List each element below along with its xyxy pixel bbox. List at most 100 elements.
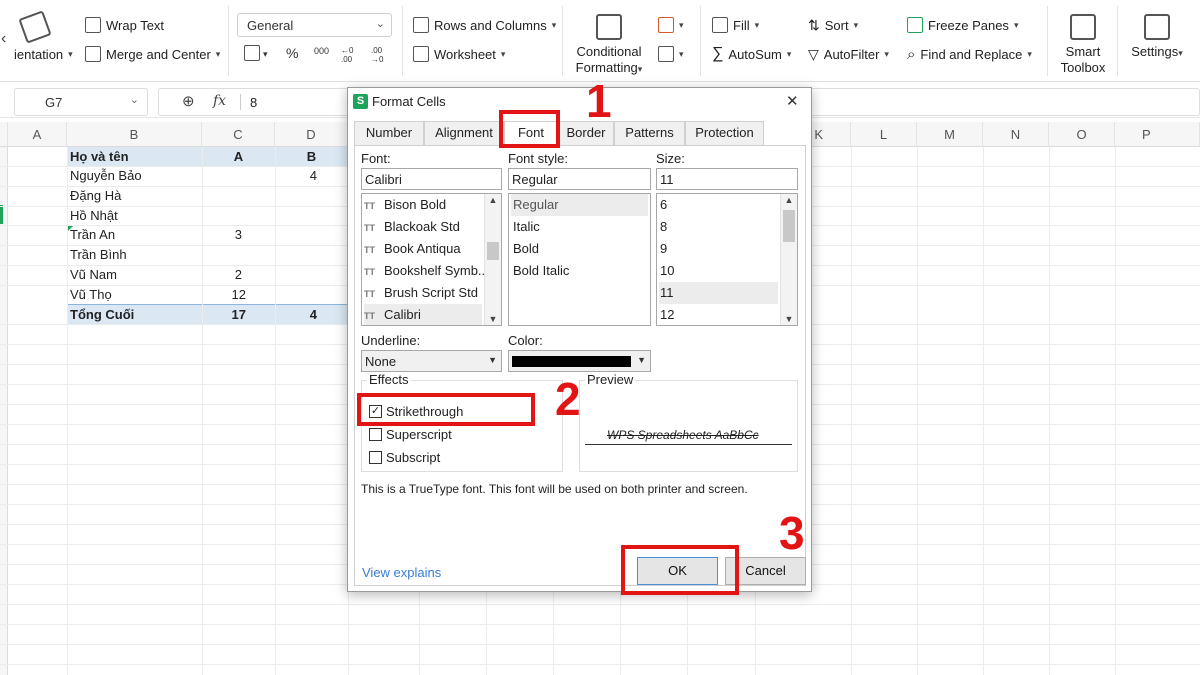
font-style-list[interactable]: Regular Italic Bold Bold Italic — [508, 193, 651, 326]
table-row-b[interactable] — [275, 265, 317, 285]
list-item-selected[interactable]: Regular — [511, 194, 648, 216]
table-row-a[interactable]: 12 — [202, 285, 246, 305]
list-item[interactable]: TT Bison Bold — [364, 194, 446, 216]
borders-button[interactable]: ▾ — [658, 44, 684, 64]
autosum-button[interactable]: ∑ AutoSum ▾ — [712, 44, 791, 64]
column-header-n[interactable]: N — [983, 122, 1049, 147]
find-replace-button[interactable]: ⌕ Find and Replace ▾ — [907, 44, 1032, 64]
list-item[interactable]: 8 — [659, 216, 667, 238]
scroll-down-icon[interactable]: ▼ — [781, 314, 797, 324]
conditional-formatting-button[interactable]: Conditional Formatting▾ — [570, 14, 648, 77]
table-row-a[interactable] — [202, 186, 271, 206]
table-header-a[interactable]: A — [202, 147, 275, 167]
rows-columns-button[interactable]: Rows and Columns ▾ — [413, 15, 556, 35]
autofilter-button[interactable]: ▽ AutoFilter ▾ — [808, 44, 889, 64]
list-item-selected[interactable]: TT Calibri — [364, 304, 482, 325]
column-header-b[interactable]: B — [67, 122, 202, 147]
font-style-input[interactable]: Regular — [508, 168, 651, 190]
table-row-a[interactable]: 2 — [202, 265, 242, 285]
table-row-b[interactable] — [275, 186, 317, 206]
font-list-scrollbar[interactable]: ▲ ▼ — [484, 194, 501, 325]
subscript-label[interactable]: Subscript — [386, 450, 440, 465]
table-row-b[interactable] — [275, 206, 317, 226]
list-item-selected[interactable]: 11 — [659, 282, 778, 304]
settings-button[interactable]: Settings▾ — [1124, 14, 1190, 61]
column-header-c[interactable]: C — [202, 122, 275, 147]
list-item[interactable]: TT Brush Script Std — [364, 282, 478, 304]
size-list[interactable]: 6 8 9 10 11 12 ▲ ▼ — [656, 193, 798, 326]
list-item[interactable]: Italic — [511, 216, 540, 238]
table-row-name[interactable]: Hồ Nhật — [70, 206, 118, 226]
table-row-name[interactable]: Vũ Thọ — [70, 285, 112, 305]
thousands-separator-button[interactable]: 000 — [314, 46, 329, 56]
table-row-name[interactable]: Vũ Nam — [70, 265, 117, 285]
scroll-up-icon[interactable]: ▲ — [485, 195, 501, 205]
table-row-a[interactable] — [202, 166, 271, 186]
superscript-checkbox[interactable] — [369, 428, 382, 441]
number-format-select[interactable]: General ⌄ — [237, 13, 392, 37]
table-row-name[interactable]: Trần Bình — [70, 245, 127, 265]
currency-dropdown-icon[interactable]: ▾ — [263, 49, 268, 60]
scroll-up-icon[interactable]: ▲ — [781, 195, 797, 205]
column-header-o[interactable]: O — [1049, 122, 1115, 147]
table-row-b[interactable] — [275, 225, 317, 245]
size-input[interactable]: 11 — [656, 168, 798, 190]
worksheet-button[interactable]: Worksheet ▾ — [413, 44, 505, 64]
name-box[interactable]: G7 ⌄ — [14, 88, 148, 116]
cell-style-button[interactable]: ▾ — [658, 15, 684, 35]
orientation-button[interactable]: ientation ▾ — [14, 44, 73, 64]
total-row-a[interactable]: 17 — [202, 305, 246, 325]
font-name-input[interactable]: Calibri — [361, 168, 502, 190]
list-item[interactable]: 12 — [659, 304, 674, 325]
column-header-p[interactable]: P — [1115, 122, 1200, 147]
table-row-name[interactable]: Đặng Hà — [70, 186, 121, 206]
table-row-name[interactable]: Nguyễn Bảo — [70, 166, 142, 186]
fx-icon[interactable]: fx — [213, 93, 226, 109]
list-item[interactable]: 6 — [659, 194, 667, 216]
table-row-b[interactable] — [275, 285, 317, 305]
column-header-m[interactable]: M — [917, 122, 983, 147]
percent-button[interactable]: % — [286, 45, 298, 61]
color-select[interactable]: ▼ — [508, 350, 651, 372]
table-row-b[interactable]: 4 — [275, 166, 317, 186]
scroll-thumb[interactable] — [487, 242, 499, 260]
size-list-scrollbar[interactable]: ▲ ▼ — [780, 194, 797, 325]
currency-format-icon[interactable] — [244, 45, 260, 61]
scroll-thumb[interactable] — [783, 210, 795, 242]
merge-center-button[interactable]: Merge and Center ▾ — [85, 44, 220, 64]
dialog-title-bar[interactable]: S Format Cells ✕ — [348, 88, 811, 116]
tab-number[interactable]: Number — [354, 121, 424, 145]
scroll-down-icon[interactable]: ▼ — [485, 314, 501, 324]
tab-protection[interactable]: Protection — [685, 121, 764, 145]
list-item[interactable]: Bold Italic — [511, 260, 569, 282]
tab-patterns[interactable]: Patterns — [614, 121, 685, 145]
column-header-d[interactable]: D — [275, 122, 348, 147]
wrap-text-button[interactable]: Wrap Text — [85, 15, 164, 35]
sort-button[interactable]: ⇅ Sort ▾ — [808, 15, 858, 35]
table-header-name[interactable]: Họ và tên — [70, 147, 129, 167]
list-item[interactable]: TT Book Antiqua — [364, 238, 461, 260]
tab-alignment[interactable]: Alignment — [424, 121, 504, 145]
list-item[interactable]: Bold — [511, 238, 539, 260]
orientation-icon[interactable] — [18, 10, 52, 44]
list-item[interactable]: TT Blackoak Std — [364, 216, 460, 238]
smart-toolbox-button[interactable]: Smart Toolbox — [1054, 14, 1112, 76]
superscript-label[interactable]: Superscript — [386, 427, 452, 442]
total-row-name[interactable]: Tổng Cuối — [70, 305, 134, 325]
total-row-b[interactable]: 4 — [275, 305, 317, 325]
table-row-name[interactable]: Trần An — [70, 225, 115, 245]
table-row-a[interactable]: 3 — [202, 225, 242, 245]
freeze-panes-button[interactable]: Freeze Panes ▾ — [907, 15, 1018, 35]
column-header-l[interactable]: L — [851, 122, 917, 147]
increase-decimal-button[interactable]: ←0 .00 — [341, 46, 359, 64]
table-header-b[interactable]: B — [275, 147, 348, 167]
scroll-left-icon[interactable]: ‹ — [1, 30, 6, 48]
view-explains-link[interactable]: View explains — [362, 565, 441, 580]
underline-select[interactable]: None ▼ — [361, 350, 502, 372]
decrease-decimal-button[interactable]: .00 →0 — [371, 46, 389, 64]
column-header-a[interactable]: A — [8, 122, 67, 147]
list-item[interactable]: 9 — [659, 238, 667, 260]
close-icon[interactable]: ✕ — [786, 92, 799, 110]
row-header-corner[interactable] — [0, 122, 8, 147]
list-item[interactable]: TT Bookshelf Symb... — [364, 260, 489, 282]
